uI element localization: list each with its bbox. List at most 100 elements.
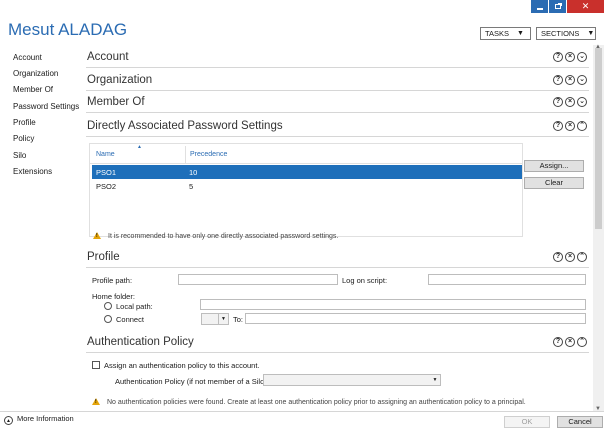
section-account: Account ? × ⌄ xyxy=(86,48,589,68)
close-section-icon[interactable]: × xyxy=(565,75,575,85)
table-row[interactable]: PSO2 5 xyxy=(92,179,522,193)
nav-item-member-of[interactable]: Member Of xyxy=(13,85,53,94)
section-title: Organization xyxy=(87,74,153,86)
local-path-input[interactable] xyxy=(200,299,586,310)
tasks-button[interactable]: TASKS ▼ xyxy=(480,27,531,40)
help-icon[interactable]: ? xyxy=(553,52,563,62)
title-bar: ✕ xyxy=(0,0,604,13)
chevron-down-icon[interactable]: ⌄ xyxy=(577,97,587,107)
policy-warning-text: No authentication policies were found. C… xyxy=(107,399,526,406)
minimize-button[interactable] xyxy=(530,0,548,13)
section-member-of: Member Of ? × ⌄ xyxy=(86,93,589,113)
vertical-scrollbar[interactable]: ▲ ▼ xyxy=(593,44,604,412)
local-path-option[interactable]: Local path: xyxy=(104,302,153,311)
nav-item-organization[interactable]: Organization xyxy=(13,69,58,78)
assign-button[interactable]: Assign... xyxy=(524,160,584,172)
help-icon[interactable]: ? xyxy=(553,337,563,347)
help-icon[interactable]: ? xyxy=(553,252,563,262)
tasks-label: TASKS xyxy=(485,29,510,38)
assign-policy-checkbox[interactable] xyxy=(92,361,100,369)
cell-precedence: 5 xyxy=(189,182,194,191)
section-profile: Profile ? × ⌃ xyxy=(86,248,589,268)
help-icon[interactable]: ? xyxy=(553,75,563,85)
close-section-icon[interactable]: × xyxy=(565,97,575,107)
chevron-up-icon: ▲ xyxy=(4,416,13,425)
warning-icon xyxy=(92,398,100,405)
section-title: Account xyxy=(87,51,129,63)
connect-option[interactable]: Connect xyxy=(104,315,144,324)
home-folder-label: Home folder: xyxy=(92,292,135,301)
restore-icon xyxy=(554,4,561,9)
logon-script-label: Log on script: xyxy=(342,276,388,285)
divider xyxy=(86,112,589,113)
maximize-button[interactable] xyxy=(548,0,566,13)
column-header-precedence[interactable]: Precedence xyxy=(190,151,227,158)
grid-header: ▲ Name Precedence xyxy=(90,144,522,164)
nav-item-extensions[interactable]: Extensions xyxy=(13,167,52,176)
clear-button[interactable]: Clear xyxy=(524,177,584,189)
profile-path-input[interactable] xyxy=(178,274,338,285)
more-information-toggle[interactable]: ▲ More Information xyxy=(4,414,74,425)
connect-label: Connect xyxy=(116,315,144,324)
help-icon[interactable]: ? xyxy=(553,97,563,107)
nav-item-account[interactable]: Account xyxy=(13,53,42,62)
chevron-up-icon[interactable]: ⌃ xyxy=(577,252,587,262)
caret-down-icon: ▼ xyxy=(517,30,524,37)
chevron-down-icon[interactable]: ⌄ xyxy=(577,52,587,62)
pso-grid[interactable]: ▲ Name Precedence PSO1 10 PSO2 5 xyxy=(89,143,523,237)
policy-warning: No authentication policies were found. C… xyxy=(92,398,526,406)
logon-script-input[interactable] xyxy=(428,274,586,285)
authentication-policy-select[interactable]: ▼ xyxy=(263,374,441,386)
chevron-up-icon[interactable]: ⌃ xyxy=(577,337,587,347)
column-header-name[interactable]: Name xyxy=(96,151,115,158)
divider xyxy=(86,67,589,68)
caret-down-icon: ▼ xyxy=(587,30,595,37)
chevron-up-icon[interactable]: ⌃ xyxy=(577,121,587,131)
close-window-button[interactable]: ✕ xyxy=(566,0,604,13)
section-title: Authentication Policy xyxy=(87,336,194,348)
local-path-radio[interactable] xyxy=(104,302,112,310)
drive-letter-select[interactable]: ▼ xyxy=(201,313,229,325)
close-icon: ✕ xyxy=(581,1,590,11)
section-title: Directly Associated Password Settings xyxy=(87,120,283,132)
divider xyxy=(86,352,589,353)
connect-to-input[interactable] xyxy=(245,313,586,324)
close-section-icon[interactable]: × xyxy=(565,52,575,62)
divider xyxy=(86,90,589,91)
chevron-down-icon: ▼ xyxy=(432,377,438,383)
section-organization: Organization ? × ⌄ xyxy=(86,71,589,91)
pso-warning-text: It is recommended to have only one direc… xyxy=(108,233,339,240)
column-separator[interactable] xyxy=(185,146,186,163)
pso-warning: It is recommended to have only one direc… xyxy=(93,232,338,240)
connect-radio[interactable] xyxy=(104,315,112,323)
to-label: To: xyxy=(233,315,244,324)
nav-item-policy[interactable]: Policy xyxy=(13,134,34,143)
assign-policy-label: Assign an authentication policy to this … xyxy=(104,361,260,370)
section-authentication-policy: Authentication Policy ? × ⌃ xyxy=(86,333,589,353)
close-section-icon[interactable]: × xyxy=(565,337,575,347)
nav-item-silo[interactable]: Silo xyxy=(13,151,26,160)
policy-label: Authentication Policy (if not member of … xyxy=(115,377,269,386)
table-row[interactable]: PSO1 10 xyxy=(92,165,522,179)
cell-precedence: 10 xyxy=(189,168,198,177)
help-icon[interactable]: ? xyxy=(553,121,563,131)
divider xyxy=(86,267,589,268)
section-password-settings: Directly Associated Password Settings ? … xyxy=(86,117,589,137)
more-information-label: More Information xyxy=(17,414,74,423)
chevron-down-icon[interactable]: ⌄ xyxy=(577,75,587,85)
scroll-thumb[interactable] xyxy=(595,48,602,229)
header: Mesut ALADAG TASKS ▼ SECTIONS ▼ xyxy=(0,13,604,45)
close-section-icon[interactable]: × xyxy=(565,121,575,131)
divider xyxy=(86,136,589,137)
close-section-icon[interactable]: × xyxy=(565,252,575,262)
ok-button[interactable]: OK xyxy=(504,416,550,428)
nav-item-profile[interactable]: Profile xyxy=(13,118,36,127)
sections-button[interactable]: SECTIONS ▼ xyxy=(536,27,596,40)
window-controls: ✕ xyxy=(530,0,604,13)
nav-item-password-settings[interactable]: Password Settings xyxy=(13,102,79,111)
sort-ascending-icon: ▲ xyxy=(137,144,142,150)
section-title: Member Of xyxy=(87,96,145,108)
local-path-label: Local path: xyxy=(116,302,153,311)
cancel-button[interactable]: Cancel xyxy=(557,416,603,428)
chevron-down-icon: ▼ xyxy=(218,314,228,324)
